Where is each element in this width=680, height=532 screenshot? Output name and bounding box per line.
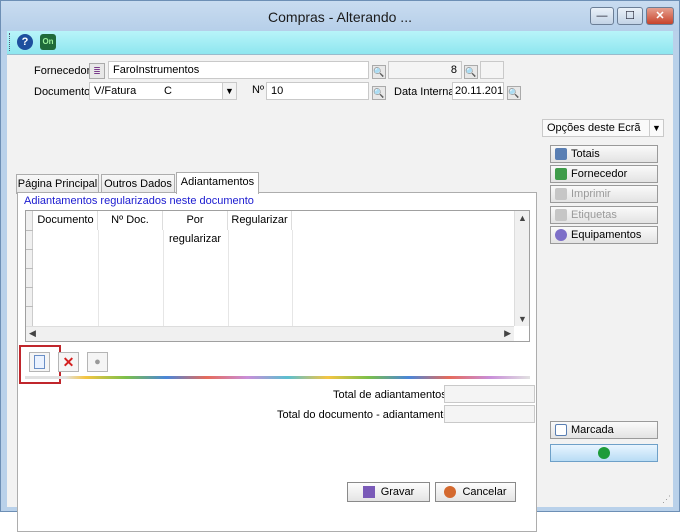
numero-field[interactable]: 10 (266, 82, 369, 100)
options-select[interactable]: Opções deste Ecrã ▼ (542, 119, 664, 137)
equipamentos-label: Equipamentos (571, 229, 642, 241)
cancelar-button[interactable]: Cancelar (435, 482, 516, 502)
adiantamentos-panel: Adiantamentos regularizados neste docume… (17, 192, 537, 532)
tab-adiantamentos[interactable]: Adiantamentos (176, 172, 259, 194)
checkbox-icon (555, 424, 567, 436)
column-header-num-doc[interactable]: Nº Doc. (98, 211, 163, 230)
column-header-documento[interactable]: Documento (34, 211, 98, 230)
total-documento-label: Total do documento - adiantamentos (277, 409, 455, 421)
new-document-button[interactable] (29, 352, 50, 372)
toolbar: ? On (7, 31, 673, 55)
minimize-button[interactable]: — (590, 7, 614, 25)
fornecedor-search-icon[interactable]: 🔍 (372, 65, 386, 79)
comment-icon: ● (94, 356, 101, 368)
tab-pagina-principal[interactable]: Página Principal (16, 174, 99, 194)
gravar-button[interactable]: Gravar (347, 482, 430, 502)
app-window: Compras - Alterando ... — ☐ ✕ ? On Forne… (0, 0, 680, 532)
etiquetas-button[interactable]: Etiquetas (550, 206, 658, 224)
title-bar: Compras - Alterando ... — ☐ ✕ (1, 1, 679, 31)
chevron-down-icon[interactable]: ▼ (649, 120, 663, 136)
chevron-down-icon[interactable]: ▼ (222, 83, 236, 99)
fornecedor-button[interactable]: Fornecedor (550, 165, 658, 183)
numero-label: Nº (252, 84, 264, 96)
maximize-button[interactable]: ☐ (617, 7, 643, 25)
cancelar-label: Cancelar (462, 486, 507, 498)
toolbar-grip (9, 33, 11, 51)
form-body: Fornecedor ≣ FaroInstrumentos 🔍 8 🔍 Docu… (7, 55, 673, 532)
imprimir-label: Imprimir (571, 188, 611, 200)
etiquetas-label: Etiquetas (571, 209, 617, 221)
calculator-icon[interactable]: On (40, 34, 56, 50)
fornecedor-button-label: Fornecedor (571, 168, 628, 180)
total-adiantamentos-label: Total de adiantamentos (333, 389, 447, 401)
total-documento-field (444, 405, 535, 423)
data-interna-field[interactable]: 20.11.2015 (452, 82, 504, 100)
close-button[interactable]: ✕ (646, 7, 674, 25)
equipment-icon (555, 229, 567, 241)
label-icon (555, 209, 567, 221)
gravar-label: Gravar (380, 486, 415, 498)
delete-icon: ✕ (62, 354, 75, 370)
data-interna-label: Data Interna (394, 86, 455, 98)
marcada-toggle[interactable]: Marcada (550, 421, 658, 439)
equipamentos-button[interactable]: Equipamentos (550, 226, 658, 244)
documento-serie: C (164, 85, 172, 97)
refresh-button[interactable] (550, 444, 658, 462)
fornecedor-number: 8 (388, 61, 462, 79)
fornecedor-extra-field (480, 61, 504, 79)
tab-outros-dados[interactable]: Outros Dados (101, 174, 175, 194)
refresh-icon (598, 447, 610, 459)
marcada-label: Marcada (571, 424, 614, 436)
total-adiantamentos-field (444, 385, 535, 403)
numero-search-icon[interactable]: 🔍 (372, 86, 386, 100)
adiantamentos-table[interactable]: Documento Nº Doc. Por regularizar Regula… (25, 210, 530, 342)
totais-label: Totais (571, 148, 600, 160)
fornecedor-label: Fornecedor (34, 65, 91, 77)
vertical-scrollbar[interactable]: ▲ ▼ (514, 211, 529, 326)
documento-select[interactable]: V/Fatura C ▼ (89, 82, 237, 100)
totals-icon (555, 148, 567, 160)
column-header-regularizar[interactable]: Regularizar (228, 211, 292, 230)
comment-button[interactable]: ● (87, 352, 108, 372)
printer-icon (555, 188, 567, 200)
fornecedor-field[interactable]: FaroInstrumentos (108, 61, 369, 79)
section-title: Adiantamentos regularizados neste docume… (24, 195, 254, 207)
undo-icon (444, 486, 457, 499)
help-icon[interactable]: ? (17, 34, 33, 50)
horizontal-scrollbar[interactable]: ◀ ▶ (26, 326, 514, 341)
documento-type: V/Fatura (94, 85, 137, 97)
fornecedor-list-icon[interactable]: ≣ (89, 63, 105, 79)
documento-label: Documento (34, 86, 91, 98)
row-indicator-column (26, 211, 33, 326)
divider (25, 376, 530, 379)
calendar-icon[interactable]: 🔍 (507, 86, 521, 100)
people-icon (555, 168, 567, 180)
delete-button[interactable]: ✕ (58, 352, 79, 372)
options-select-label: Opções deste Ecrã (547, 122, 641, 134)
window-title: Compras - Alterando ... (268, 9, 412, 25)
totais-button[interactable]: Totais (550, 145, 658, 163)
save-icon (362, 486, 375, 499)
imprimir-button[interactable]: Imprimir (550, 185, 658, 203)
resize-grip[interactable]: ⋰ (662, 494, 671, 505)
fornecedor-number-search-icon[interactable]: 🔍 (464, 65, 478, 79)
column-header-por-regularizar[interactable]: Por regularizar (163, 211, 228, 245)
new-document-icon (34, 355, 45, 369)
